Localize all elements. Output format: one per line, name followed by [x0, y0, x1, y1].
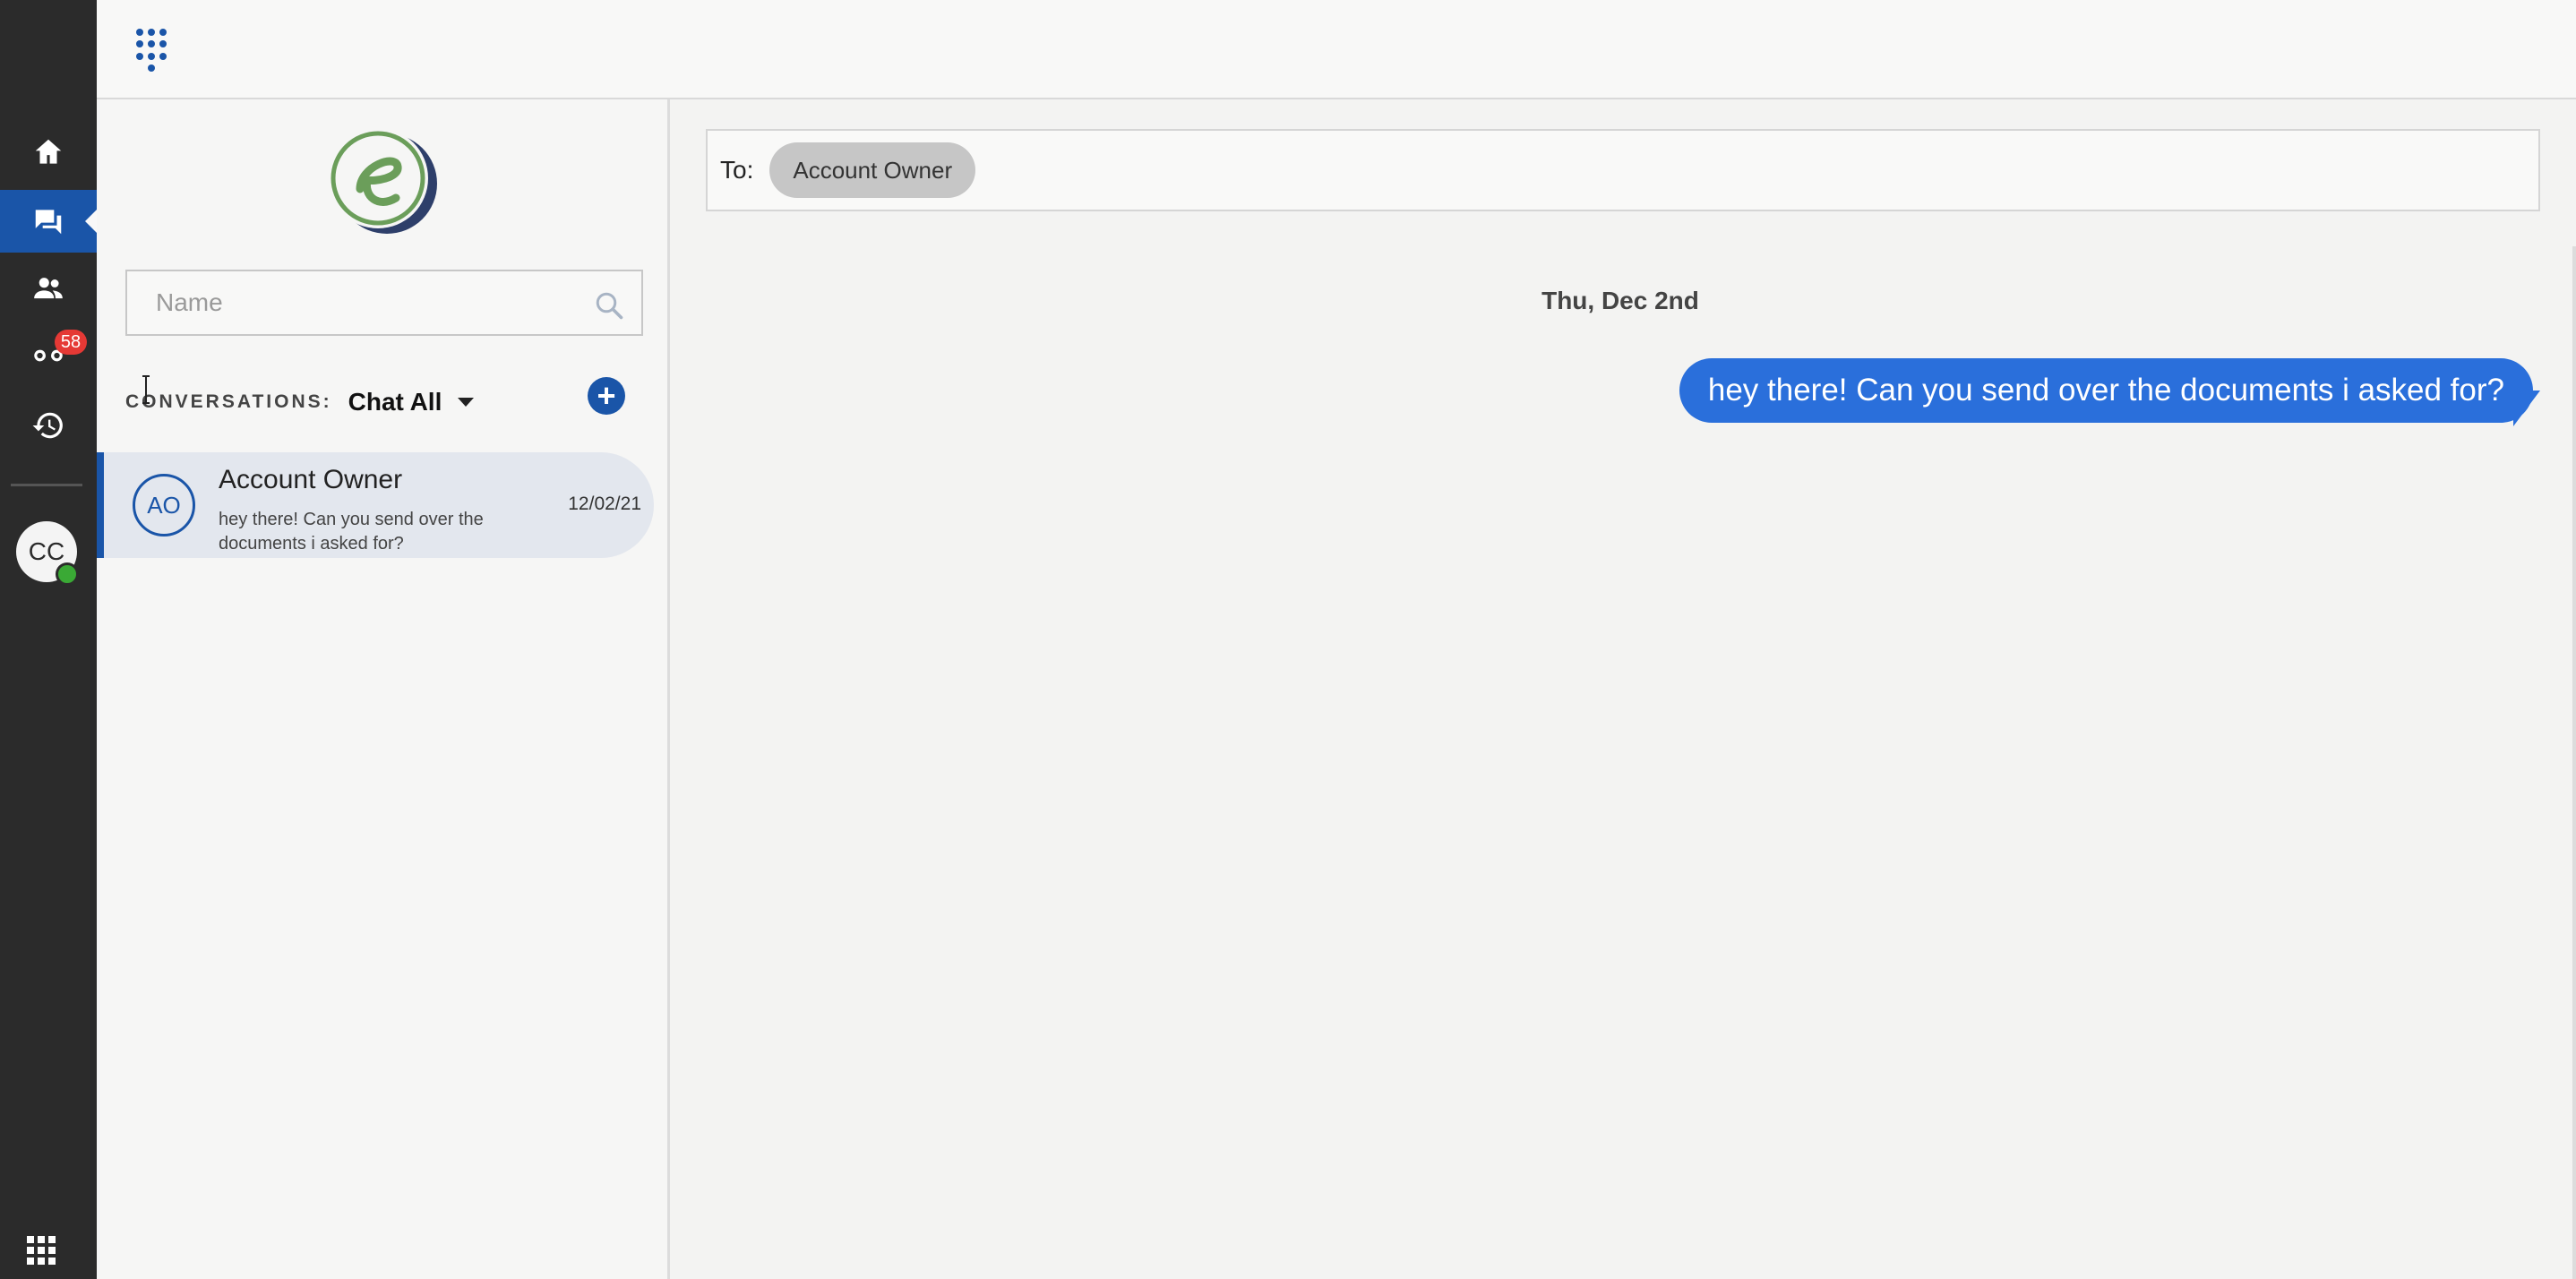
date-divider: Thu, Dec 2nd: [1541, 287, 1699, 314]
conversation-name: Account Owner: [219, 465, 403, 494]
conversations-label: CONVERSATIONS:: [125, 391, 332, 412]
user-initials: CC: [28, 537, 65, 565]
app-root: 58 CC Name CONVERSATIONS: Chat All + AO …: [0, 0, 2576, 1279]
outgoing-message-bubble[interactable]: hey there! Can you send over the documen…: [1679, 358, 2533, 423]
apps-grid-icon[interactable]: [27, 1236, 56, 1265]
history-icon: [32, 412, 63, 439]
nav-home[interactable]: [0, 121, 97, 184]
nav-history[interactable]: [0, 394, 97, 457]
conversation-filter: CONVERSATIONS: Chat All: [125, 377, 475, 427]
recipient-bar[interactable]: To: Account Owner: [706, 129, 2540, 211]
dialpad-icon[interactable]: [136, 29, 167, 72]
search-input[interactable]: [127, 276, 557, 330]
to-label: To:: [720, 156, 754, 184]
message-bubble-tail: [2513, 391, 2540, 426]
search-icon[interactable]: [593, 289, 625, 322]
conversation-list-item[interactable]: AO Account Owner hey there! Can you send…: [97, 452, 654, 558]
conversation-date: 12/02/21: [568, 494, 641, 514]
nav-contacts[interactable]: [0, 257, 97, 320]
plus-icon: +: [597, 377, 616, 414]
brand-logo: [328, 128, 437, 234]
chat-icon: [35, 210, 62, 235]
search-field: [125, 270, 643, 336]
presence-indicator: [56, 562, 79, 586]
contact-initials: AO: [147, 491, 181, 519]
conversation-panel: CONVERSATIONS: Chat All + AO Account Own…: [97, 99, 670, 1279]
voicemail-count-badge: 58: [55, 330, 87, 355]
text-cursor-icon: [142, 375, 150, 404]
chevron-down-icon[interactable]: [458, 398, 475, 407]
left-rail: 58 CC: [0, 0, 97, 1279]
new-conversation-button[interactable]: +: [588, 377, 625, 415]
rail-divider: [11, 484, 82, 486]
home-icon: [35, 139, 62, 164]
contacts-icon: [34, 278, 63, 299]
recipient-chip[interactable]: Account Owner: [769, 142, 976, 198]
nav-voicemail[interactable]: 58: [0, 324, 97, 387]
conversation-preview: hey there! Can you send over the documen…: [219, 510, 484, 554]
contact-avatar: AO: [133, 474, 195, 536]
top-bar: [97, 0, 2576, 99]
conversation-filter-select[interactable]: Chat All: [348, 388, 442, 416]
nav-chat[interactable]: [0, 190, 97, 253]
thread-scrollbar[interactable]: [2572, 246, 2576, 1279]
